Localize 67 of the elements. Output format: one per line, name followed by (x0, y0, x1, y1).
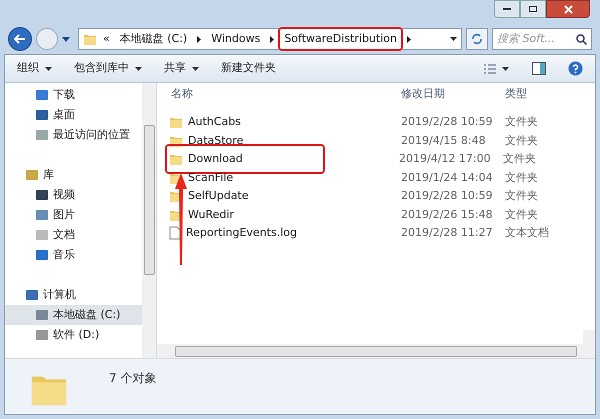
type-cell-text: 文件夹 (505, 188, 538, 204)
sidebar-item[interactable]: 桌面 (5, 105, 142, 125)
type-cell-text: 文件夹 (503, 151, 536, 167)
toolbar-button[interactable]: 新建文件夹 (221, 60, 276, 77)
breadcrumb-overflow[interactable]: « (103, 30, 110, 48)
file-name[interactable]: ReportingEvents.log (169, 224, 325, 242)
toolbar-button[interactable]: 组织 (17, 60, 52, 77)
folder-icon (169, 115, 183, 130)
chevron-icon[interactable] (270, 36, 274, 42)
date-cell-text: 2019/4/12 17:00 (399, 151, 492, 167)
chevron-icon[interactable] (197, 36, 202, 42)
minimize-button[interactable] (494, 0, 520, 18)
sidebar-item[interactable]: 计算机 (5, 285, 142, 305)
scroll-thumb[interactable] (175, 346, 577, 356)
date-cell-text: 2019/2/28 10:59 (401, 188, 494, 204)
type-cell-text: 文件夹 (505, 132, 538, 148)
sidebar-item[interactable]: 库 (5, 165, 142, 185)
date-cell-text: 2019/2/28 10:59 (401, 114, 494, 130)
close-icon (564, 4, 572, 14)
sidebar-item[interactable]: 软件 (D:) (5, 325, 142, 345)
sidebar-item[interactable]: 文档 (5, 225, 142, 245)
vertical-scrollbar[interactable] (583, 330, 595, 344)
type-cell-text: 文件夹 (505, 170, 538, 186)
column-header[interactable]: 名称 (171, 86, 401, 102)
refresh-button[interactable] (466, 28, 488, 50)
help-icon[interactable] (568, 61, 583, 76)
dropdown-arrow-icon[interactable] (62, 36, 70, 42)
view-options-icon[interactable] (484, 64, 510, 74)
preview-pane-icon[interactable] (532, 62, 546, 75)
folder-icon (83, 32, 97, 46)
back-arrow-icon (14, 34, 26, 44)
type-cell-text: 文件夹 (505, 206, 538, 222)
date-cell-text: 2019/2/28 11:27 (401, 225, 494, 241)
dropdown-arrow-icon[interactable] (450, 37, 457, 41)
column-header[interactable]: 类型 (505, 86, 575, 102)
type-cell-text: 文件夹 (505, 114, 538, 130)
scroll-thumb[interactable] (144, 125, 154, 275)
back-button[interactable] (8, 27, 32, 51)
type-cell-text: 文本文档 (505, 225, 549, 241)
close-button[interactable] (546, 0, 590, 18)
file-name[interactable]: AuthCabs (169, 113, 325, 132)
column-header[interactable]: 修改日期 (401, 86, 505, 102)
sidebar-item[interactable]: 下载 (5, 85, 142, 105)
refresh-icon (471, 33, 483, 45)
sidebar-item[interactable]: 图片 (5, 205, 142, 225)
horizontal-scrollbar[interactable] (157, 344, 595, 358)
address-bar[interactable]: « 本地磁盘 (C:) Windows SoftwareDistribution (78, 28, 462, 50)
maximize-button[interactable] (520, 0, 546, 18)
item-count: 7 个对象 (109, 370, 156, 387)
chevron-icon[interactable] (406, 36, 411, 42)
search-box[interactable]: 搜索 Soft... (492, 28, 592, 50)
date-cell-text: 2019/4/15 8:48 (401, 132, 487, 148)
breadcrumb-segment[interactable]: SoftwareDistribution (280, 28, 401, 50)
folder-icon (169, 152, 183, 166)
date-cell-text: 2019/1/24 14:04 (401, 170, 494, 186)
breadcrumb-segment[interactable]: 本地磁盘 (C:) (116, 30, 192, 48)
vertical-scrollbar[interactable] (142, 83, 156, 358)
breadcrumb-segment[interactable]: Windows (207, 30, 264, 48)
search-input[interactable]: 搜索 Soft... (497, 30, 576, 48)
sidebar-item[interactable]: 最近访问的位置 (5, 125, 142, 145)
sidebar-item[interactable]: 视频 (5, 185, 142, 205)
toolbar-button[interactable]: 包含到库中 (74, 60, 142, 77)
date-cell-text: 2019/2/26 15:48 (401, 206, 494, 222)
sidebar-item[interactable]: 音乐 (5, 245, 142, 265)
toolbar-button[interactable]: 共享 (164, 60, 199, 77)
sidebar-item[interactable]: 本地磁盘 (C:) (5, 305, 142, 325)
search-icon (576, 34, 587, 44)
